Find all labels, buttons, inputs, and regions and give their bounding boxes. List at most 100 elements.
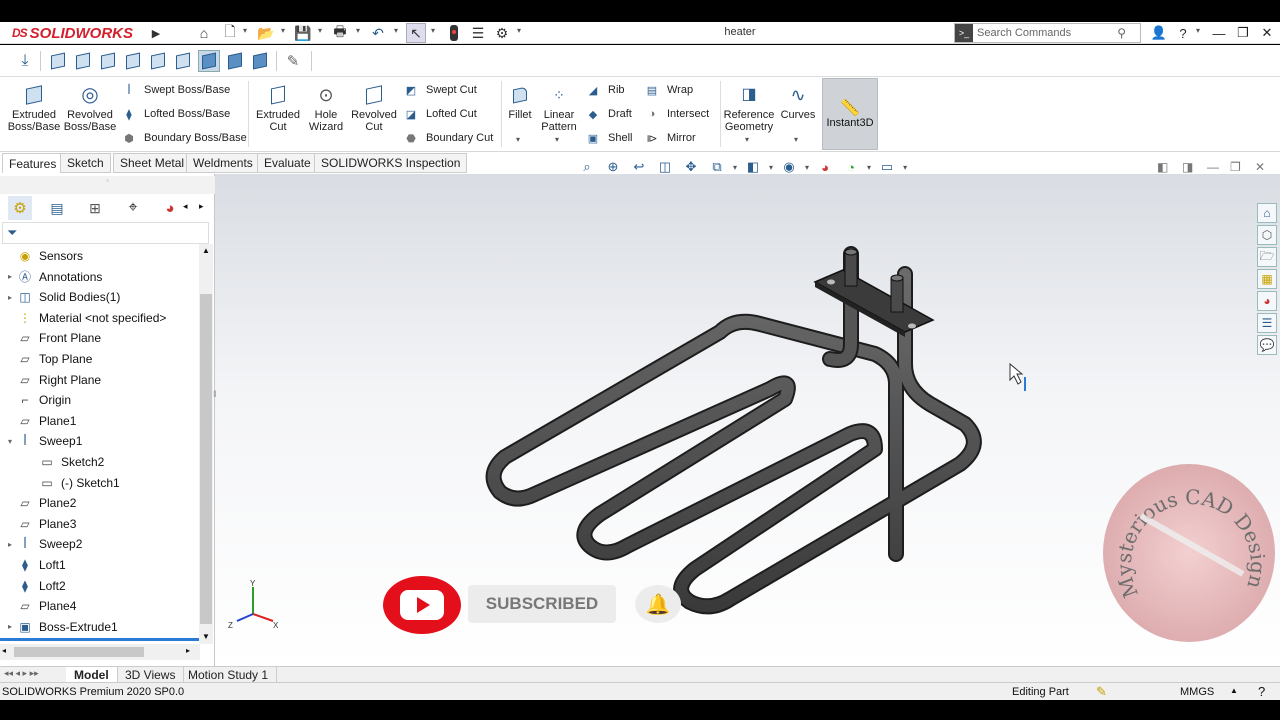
display-style-icon[interactable]: ◧ <box>743 158 763 176</box>
options-gear-icon[interactable]: ⚙ <box>492 23 512 43</box>
print-icon[interactable]: 🖶 <box>330 23 350 43</box>
trimetric-view-icon[interactable] <box>224 50 246 72</box>
tab-model[interactable]: Model <box>66 667 118 683</box>
sketch-tool-icon[interactable]: ✎ <box>282 50 304 72</box>
tree-item-sweep2[interactable]: ▸ ꟾ Sweep2 <box>0 534 198 554</box>
right-view-icon[interactable] <box>122 50 144 72</box>
tab-sketch[interactable]: Sketch <box>60 153 111 173</box>
file-explorer-icon[interactable]: 🗁 <box>1257 247 1277 267</box>
menu-flyout-arrow-icon[interactable]: ▶ <box>146 23 166 43</box>
view-palette-icon[interactable]: ▦ <box>1257 269 1277 289</box>
select-pointer-icon[interactable]: ↖ <box>406 23 426 43</box>
isometric-view-icon[interactable] <box>198 50 220 72</box>
minimize-window-icon[interactable]: — <box>1208 23 1230 43</box>
tree-item-loft1[interactable]: ⧫ Loft1 <box>0 555 198 575</box>
doc-restore-icon[interactable]: ❐ <box>1230 160 1241 174</box>
unit-system-text[interactable]: MMGS <box>1180 686 1214 698</box>
back-view-icon[interactable] <box>72 50 94 72</box>
help-icon[interactable]: ? <box>1172 23 1194 43</box>
rib-button[interactable]: ◢ Rib <box>584 79 625 101</box>
fillet-button[interactable]: Fillet <box>505 83 535 121</box>
tree-horizontal-scrollbar[interactable]: ◂ ▸ <box>0 644 200 660</box>
top-view-icon[interactable] <box>147 50 169 72</box>
panel-splitter-handle[interactable]: ◦ <box>0 176 215 194</box>
open-dropdown-icon[interactable]: ▾ <box>281 26 285 35</box>
save-dropdown-icon[interactable]: ▾ <box>318 26 322 35</box>
wrap-button[interactable]: ▤ Wrap <box>643 79 693 101</box>
new-document-icon[interactable]: 🗋 <box>220 23 240 43</box>
search-icon[interactable]: ⚲ <box>1117 26 1126 40</box>
swept-cut-button[interactable]: ◩ Swept Cut <box>402 79 477 101</box>
solidworks-logo[interactable]: DS SOLIDWORKS <box>12 24 142 42</box>
view-orientation-icon[interactable]: ⧉ <box>707 158 727 176</box>
undo-dropdown-icon[interactable]: ▾ <box>394 26 398 35</box>
left-view-icon[interactable] <box>97 50 119 72</box>
tab-weldments[interactable]: Weldments <box>186 153 260 173</box>
open-folder-icon[interactable]: 📂 <box>256 23 276 43</box>
help-status-icon[interactable]: ? <box>1258 684 1265 699</box>
apply-scene-dropdown-icon[interactable]: ▾ <box>867 163 871 172</box>
subscribed-badge[interactable]: SUBSCRIBED <box>468 585 616 623</box>
tree-item-plane4[interactable]: ▱ Plane4 <box>0 596 198 616</box>
solidworks-resources-icon[interactable]: ⌂ <box>1257 203 1277 223</box>
tab-solidworks-inspection[interactable]: SOLIDWORKS Inspection <box>314 153 468 173</box>
scroll-left-icon[interactable]: ◂ <box>2 646 6 655</box>
feature-manager-tab-icon[interactable]: ⚙ <box>8 196 32 220</box>
tree-item-sweep1[interactable]: ▾ ꟾ Sweep1 <box>0 431 198 451</box>
appearances-icon[interactable]: ◕ <box>1257 291 1277 311</box>
tab-3d-views[interactable]: 3D Views <box>117 667 185 683</box>
options-dropdown-icon[interactable]: ▾ <box>517 26 521 35</box>
design-library-icon[interactable]: ⬡ <box>1257 225 1277 245</box>
shell-button[interactable]: ▣ Shell <box>584 127 633 149</box>
scroll-up-icon[interactable]: ▲ <box>202 246 210 255</box>
notification-bell-icon[interactable]: 🔔 <box>635 585 681 623</box>
tab-motion-study[interactable]: Motion Study 1 <box>180 667 278 683</box>
dimetric-view-icon[interactable] <box>249 50 271 72</box>
expand-arrow-icon[interactable]: ▸ <box>4 293 16 302</box>
hide-show-items-icon[interactable]: ◉ <box>779 158 799 176</box>
hole-wizard-button[interactable]: ⊙ Hole Wizard <box>304 83 348 133</box>
help-dropdown-icon[interactable]: ▾ <box>1196 26 1200 35</box>
lofted-boss-button[interactable]: ⧫ Lofted Boss/Base <box>120 103 230 125</box>
extruded-cut-button[interactable]: Extruded Cut <box>254 83 302 133</box>
home-icon[interactable]: ⌂ <box>194 23 214 43</box>
extruded-boss-button[interactable]: Extruded Boss/Base <box>8 83 60 133</box>
user-account-icon[interactable]: 👤 <box>1148 23 1170 43</box>
configuration-manager-tab-icon[interactable]: ⊞ <box>83 196 107 220</box>
custom-properties-icon[interactable]: ☰ <box>1257 313 1277 333</box>
revolved-boss-button[interactable]: ◎ Revolved Boss/Base <box>64 83 117 133</box>
tab-features[interactable]: Features <box>2 153 64 173</box>
doc-minimize-icon[interactable]: — <box>1207 160 1219 174</box>
tree-item-right-plane[interactable]: ▱ Right Plane <box>0 370 198 390</box>
save-icon[interactable]: 💾 <box>293 23 313 43</box>
bottom-view-icon[interactable] <box>172 50 194 72</box>
graphics-area[interactable]: Y X Z SUBSCRIBED 🔔 Mysterious CAD Design <box>215 174 1280 666</box>
instant3d-button[interactable]: 📏 Instant3D <box>822 78 878 150</box>
view-orientation-dropdown-icon[interactable]: ▾ <box>733 163 737 172</box>
front-view-icon[interactable] <box>47 50 69 72</box>
forum-icon[interactable]: 💬 <box>1257 335 1277 355</box>
mirror-button[interactable]: ⧐ Mirror <box>643 127 696 149</box>
tree-item-origin[interactable]: ⌐ Origin <box>0 390 198 410</box>
tree-item-plane1[interactable]: ▱ Plane1 <box>0 411 198 431</box>
view-settings-icon[interactable]: ▭ <box>877 158 897 176</box>
tree-item-plane3[interactable]: ▱ Plane3 <box>0 514 198 534</box>
expand-arrow-icon[interactable]: ▸ <box>4 272 16 281</box>
apply-scene-icon[interactable]: ◔ <box>841 158 861 176</box>
dynamic-annotation-icon[interactable]: ✥ <box>681 158 701 176</box>
tree-filter-field[interactable]: ⏷ <box>2 222 209 244</box>
boundary-cut-button[interactable]: ⬣ Boundary Cut <box>402 127 493 149</box>
linear-pattern-button[interactable]: ⁘ Linear Pattern <box>540 83 578 133</box>
swept-boss-button[interactable]: ꟾ Swept Boss/Base <box>120 79 230 101</box>
hide-show-dropdown-icon[interactable]: ▾ <box>805 163 809 172</box>
search-commands-field[interactable]: >_ Search Commands ⚲ <box>954 23 1141 43</box>
restore-window-icon[interactable]: ❐ <box>1232 23 1254 43</box>
display-manager-tab-icon[interactable]: ◕ <box>158 196 182 220</box>
tree-item-solid-bodies-1[interactable]: ▸ ◫ Solid Bodies(1) <box>0 287 198 307</box>
reference-geometry-dropdown-icon[interactable]: ▾ <box>745 135 749 144</box>
new-dropdown-icon[interactable]: ▾ <box>243 26 247 35</box>
file-properties-icon[interactable]: ☰ <box>468 23 488 43</box>
normal-to-icon[interactable]: ⤓ <box>14 50 36 72</box>
unit-system-dropdown-icon[interactable]: ▲ <box>1230 686 1238 695</box>
section-view-icon[interactable]: ◫ <box>655 158 675 176</box>
